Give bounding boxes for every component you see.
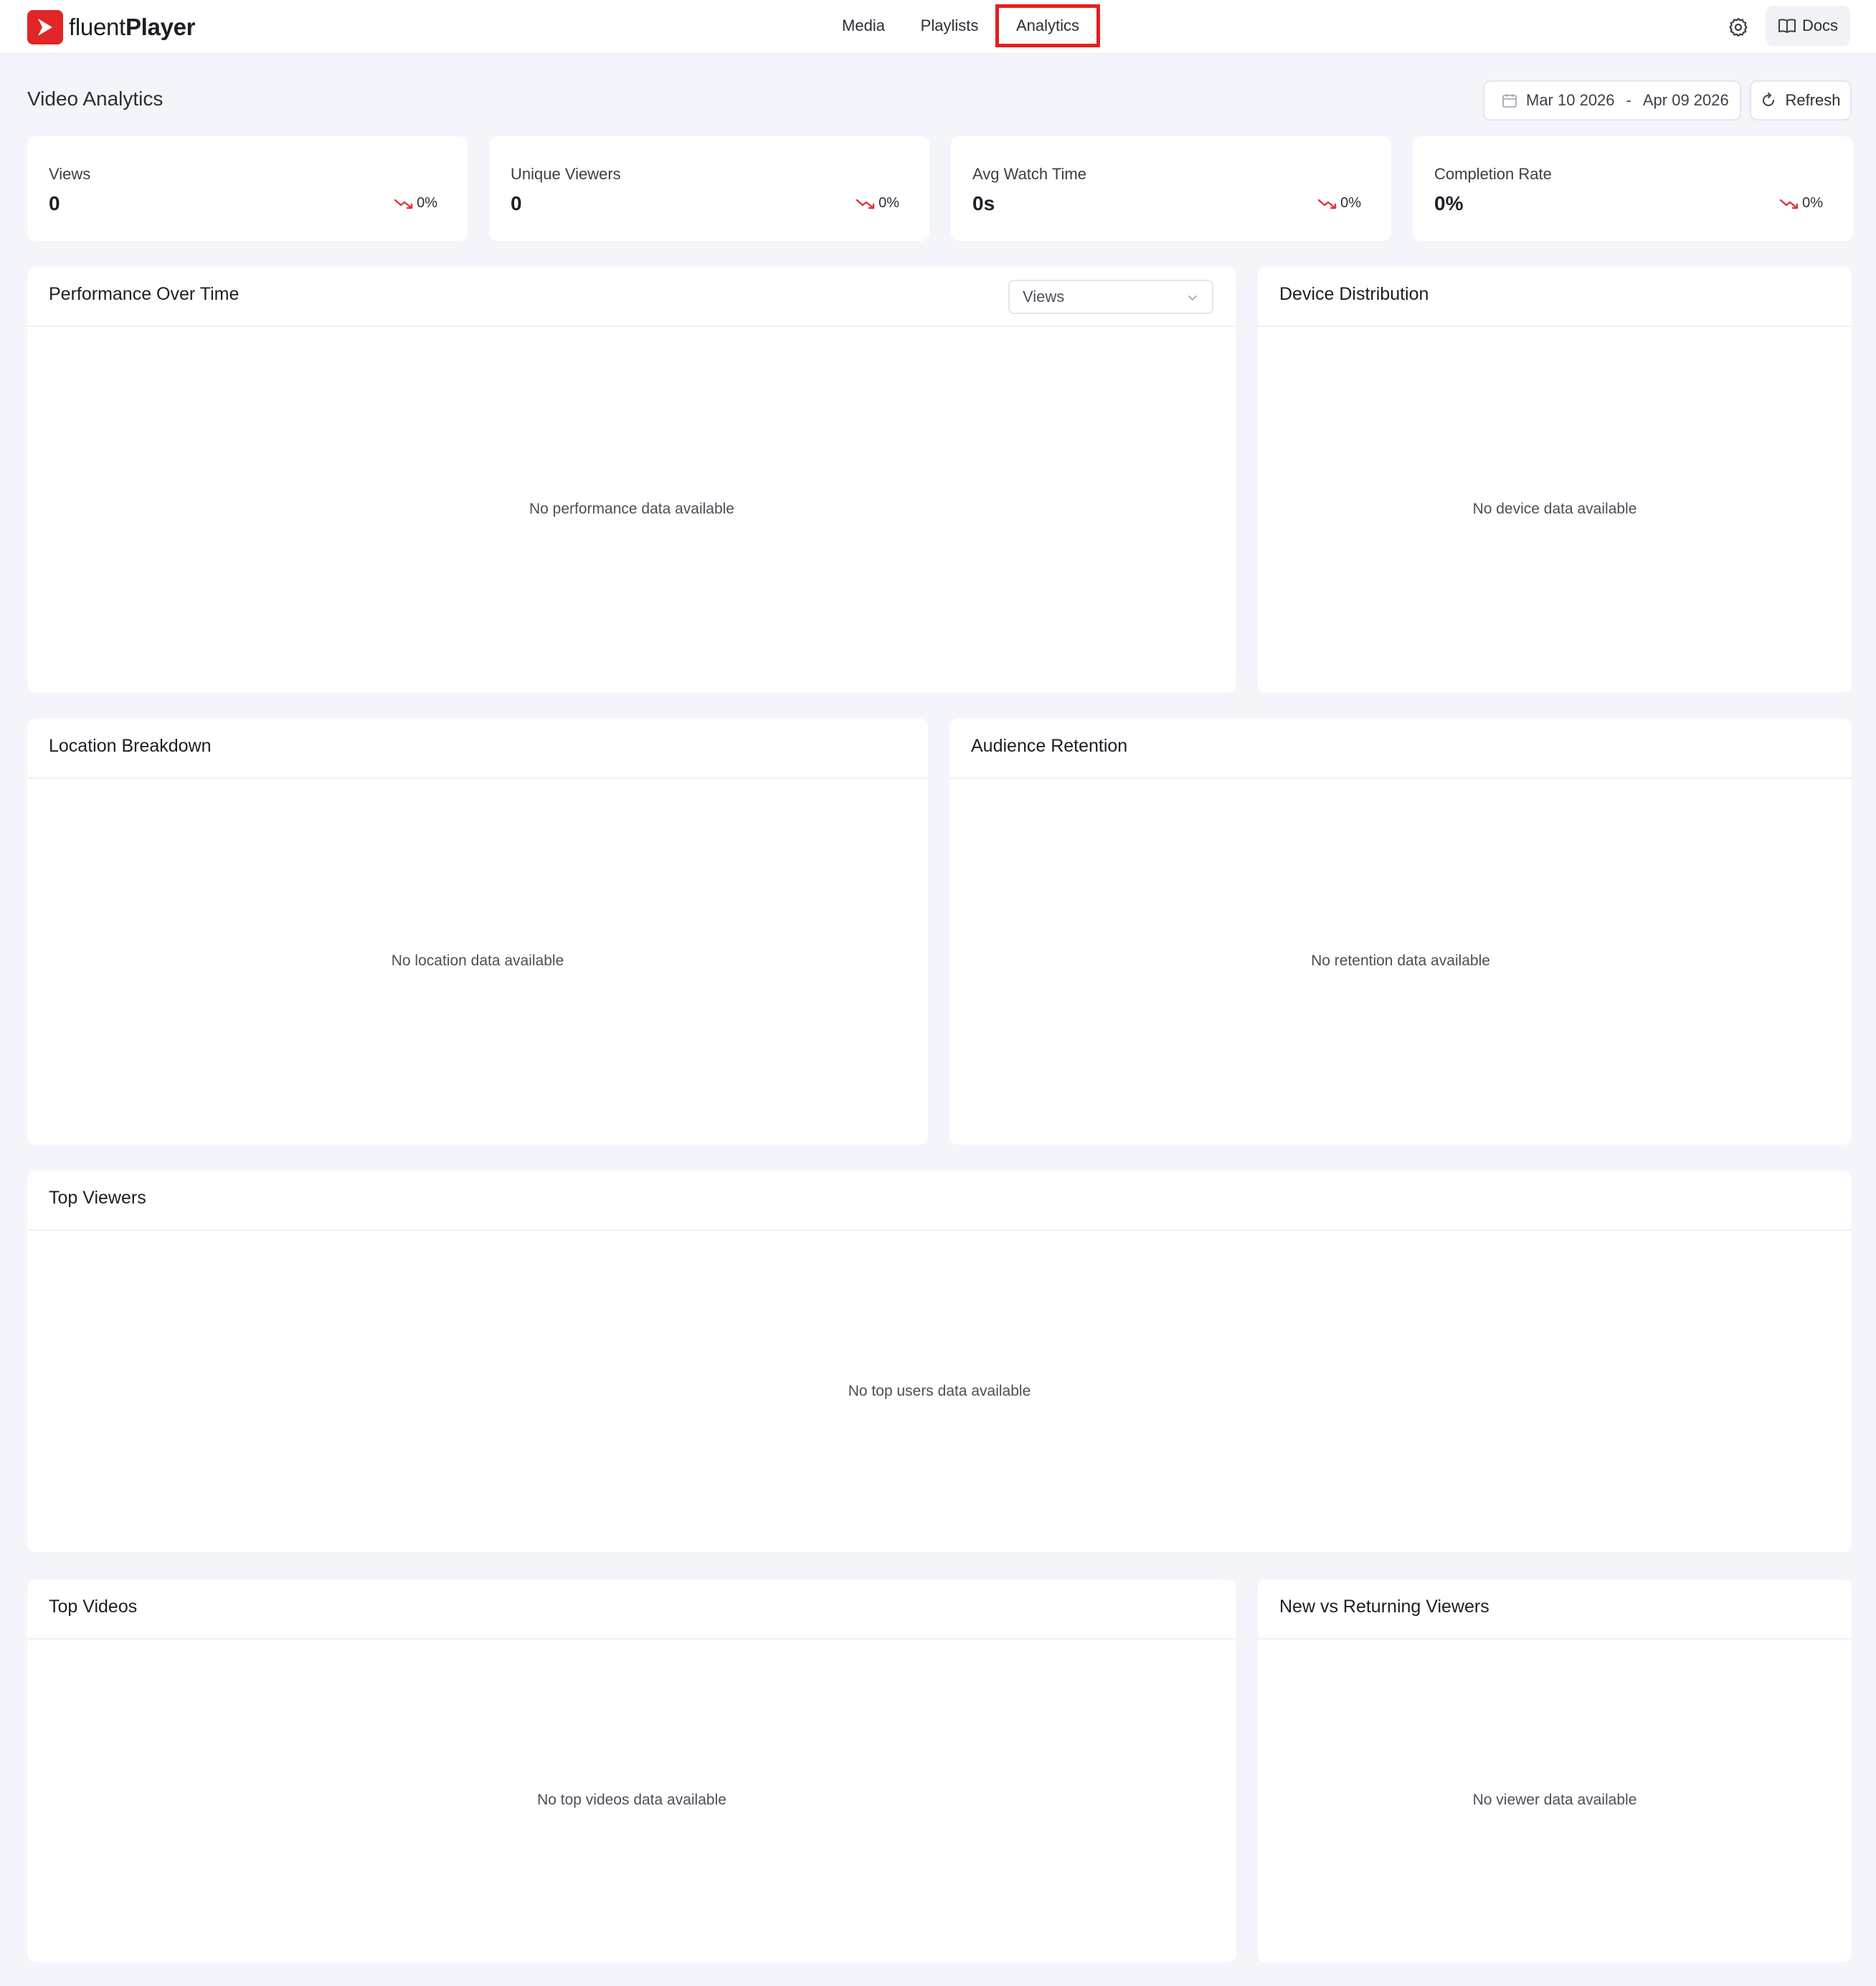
stat-value: 0 [511, 192, 522, 214]
stat-change-value: 0% [878, 195, 899, 211]
stat-change: 0% [1779, 195, 1823, 212]
empty-state: No performance data available [529, 501, 734, 517]
panel-title: Device Distribution [1279, 284, 1429, 304]
empty-state: No top users data available [848, 1383, 1031, 1399]
panel-title: Location Breakdown [49, 736, 212, 756]
panel-title: Top Viewers [49, 1188, 146, 1208]
panel-header: Audience Retention [949, 719, 1852, 779]
panel-title: Performance Over Time [49, 284, 240, 304]
stat-change-value: 0% [417, 195, 437, 211]
stat-card-completion-rate: Completion Rate 0% 0% [1413, 136, 1853, 241]
panel-title: New vs Returning Viewers [1279, 1597, 1489, 1617]
book-icon [1778, 19, 1796, 33]
panel-header: Top Viewers [27, 1171, 1852, 1231]
top-bar: fluentPlayer Media Playlists Analytics D… [0, 0, 1876, 55]
chevron-down-icon [1188, 295, 1197, 301]
stat-label: Views [49, 165, 91, 183]
panel-title: Top Videos [49, 1597, 138, 1617]
date-range-end: Apr 09 2026 [1642, 91, 1729, 109]
panel-header: New vs Returning Viewers [1258, 1579, 1852, 1640]
nav-media[interactable]: Media [832, 4, 895, 47]
stat-card-unique-viewers: Unique Viewers 0 0% [489, 136, 929, 241]
device-distribution-panel: Device Distribution No device data avail… [1258, 267, 1852, 693]
calendar-icon [1502, 94, 1517, 108]
docs-label: Docs [1801, 16, 1839, 34]
panel-title: Audience Retention [971, 736, 1128, 756]
trend-down-icon [856, 199, 875, 209]
trend-down-icon [394, 199, 413, 209]
stat-label: Completion Rate [1434, 165, 1552, 183]
panel-header: Device Distribution [1258, 267, 1852, 327]
stat-label: Avg Watch Time [972, 165, 1086, 183]
trend-down-icon [1779, 199, 1799, 209]
stat-value: 0 [49, 192, 60, 214]
main-nav: Media Playlists Analytics [0, 0, 1876, 55]
empty-state: No location data available [391, 952, 564, 969]
stat-change-value: 0% [1802, 195, 1823, 211]
empty-state: No device data available [1472, 501, 1637, 517]
stat-card-views: Views 0 0% [27, 136, 468, 241]
panel-header: Top Videos [27, 1579, 1236, 1640]
stat-change: 0% [1317, 195, 1361, 212]
stat-change: 0% [856, 195, 899, 212]
refresh-label: Refresh [1785, 91, 1841, 109]
gear-icon [1729, 18, 1748, 37]
page-title: Video Analytics [27, 88, 164, 110]
date-range-picker[interactable]: Mar 10 2026 - Apr 09 2026 [1483, 80, 1741, 120]
metric-select-value: Views [1023, 288, 1065, 306]
panel-header: Performance Over Time Views [27, 267, 1236, 327]
new-vs-returning-panel: New vs Returning Viewers No viewer data … [1258, 1579, 1852, 1962]
stat-label: Unique Viewers [511, 165, 621, 183]
trend-down-icon [1317, 199, 1337, 209]
date-range-separator: - [1626, 91, 1631, 109]
location-breakdown-panel: Location Breakdown No location data avai… [27, 719, 928, 1145]
performance-panel: Performance Over Time Views No performan… [27, 267, 1236, 693]
refresh-icon [1763, 93, 1775, 106]
stat-value: 0% [1434, 192, 1464, 214]
stat-value: 0s [972, 192, 995, 214]
stat-change: 0% [394, 195, 437, 212]
audience-retention-panel: Audience Retention No retention data ava… [949, 719, 1852, 1145]
empty-state: No retention data available [1311, 952, 1490, 969]
empty-state: No viewer data available [1472, 1792, 1637, 1808]
date-range-start: Mar 10 2026 [1526, 91, 1615, 109]
stat-change-value: 0% [1340, 195, 1361, 211]
nav-playlists[interactable]: Playlists [912, 4, 987, 47]
refresh-button[interactable]: Refresh [1750, 80, 1852, 120]
settings-button[interactable] [1724, 13, 1753, 42]
docs-button[interactable]: Docs [1766, 6, 1850, 46]
top-viewers-panel: Top Viewers No top users data available [27, 1171, 1852, 1552]
metric-select[interactable]: Views [1008, 280, 1213, 314]
empty-state: No top videos data available [537, 1792, 726, 1808]
stat-card-avg-watch-time: Avg Watch Time 0s 0% [951, 136, 1391, 241]
panel-header: Location Breakdown [27, 719, 928, 779]
top-videos-panel: Top Videos No top videos data available [27, 1579, 1236, 1962]
nav-analytics[interactable]: Analytics [995, 4, 1100, 47]
